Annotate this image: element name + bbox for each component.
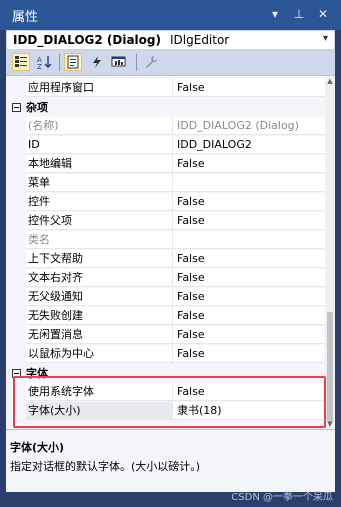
property-value[interactable]: False <box>172 155 325 173</box>
property-name: 无父级通知 <box>26 288 172 306</box>
properties-toolbar: A Z <box>6 50 335 76</box>
description-panel: 字体(大小) 指定对话框的默认字体。(大小以磅计。) <box>6 429 335 492</box>
property-value[interactable]: False <box>172 79 325 97</box>
property-row[interactable]: 本地编辑 False <box>6 155 325 174</box>
property-value[interactable]: IDD_DIALOG2 (Dialog) <box>172 117 325 135</box>
pin-icon[interactable]: ⊥ <box>291 5 307 23</box>
property-name: 本地编辑 <box>26 155 172 173</box>
object-type: IDlgEditor <box>170 33 230 47</box>
scroll-down-icon[interactable]: ▼ <box>325 419 335 429</box>
property-name: (名称) <box>26 117 172 135</box>
property-row[interactable]: (名称) IDD_DIALOG2 (Dialog) <box>6 117 325 136</box>
property-row[interactable]: 无闲置消息 False <box>6 326 325 345</box>
dropdown-icon[interactable]: ▾ <box>267 5 283 23</box>
watermark: CSDN @一拳一个呆瓜 <box>231 492 333 503</box>
property-value[interactable] <box>172 231 325 249</box>
sort-alphabetical-icon: A Z <box>37 56 52 69</box>
title-bar: 属性 ▾ ⊥ ✕ <box>0 0 341 30</box>
property-row[interactable]: 菜单 <box>6 174 325 193</box>
property-pages-button[interactable] <box>142 53 160 71</box>
title-bar-buttons: ▾ ⊥ ✕ <box>267 5 331 23</box>
property-name: 控件父项 <box>26 212 172 230</box>
property-row[interactable]: 文本右对齐 False <box>6 269 325 288</box>
properties-window: 属性 ▾ ⊥ ✕ IDD_DIALOG2 (Dialog) IDlgEditor ▾… <box>0 0 341 507</box>
property-row[interactable]: 上下文帮助 False <box>6 250 325 269</box>
property-pages-icon <box>67 55 79 69</box>
property-value[interactable]: False <box>172 269 325 287</box>
messages-button[interactable] <box>110 53 128 71</box>
vertical-scrollbar[interactable]: ▲ ▼ <box>325 76 335 429</box>
property-name: 无闲置消息 <box>26 326 172 344</box>
property-row[interactable]: 无父级通知 False <box>6 288 325 307</box>
messages-icon <box>111 56 126 67</box>
collapse-toggle-icon[interactable] <box>12 103 21 112</box>
property-name: 上下文帮助 <box>26 250 172 268</box>
alphabetical-view-button[interactable]: A Z <box>36 53 54 71</box>
property-category[interactable]: 杂项 <box>6 98 325 117</box>
toolbar-separator <box>136 54 137 71</box>
property-row[interactable]: 控件 False <box>6 193 325 212</box>
property-row[interactable]: 控件父项 False <box>6 212 325 231</box>
property-name: 以鼠标为中心 <box>26 345 172 363</box>
wrench-icon <box>146 56 158 68</box>
description-title: 字体(大小) <box>10 441 65 454</box>
property-value[interactable]: False <box>172 193 325 211</box>
object-selector[interactable]: IDD_DIALOG2 (Dialog) IDlgEditor ▾ <box>6 30 335 50</box>
highlight-box <box>13 376 326 428</box>
property-value[interactable]: False <box>172 307 325 325</box>
property-name: 控件 <box>26 193 172 211</box>
property-value[interactable]: False <box>172 345 325 363</box>
property-value[interactable]: False <box>172 326 325 344</box>
chevron-down-icon[interactable]: ▾ <box>323 33 328 44</box>
svg-text:Z: Z <box>37 63 42 69</box>
property-value[interactable] <box>172 174 325 192</box>
property-row[interactable]: 以鼠标为中心 False <box>6 345 325 364</box>
category-label: 杂项 <box>26 101 48 114</box>
object-name: IDD_DIALOG2 (Dialog) <box>13 33 161 47</box>
scroll-thumb[interactable] <box>327 312 333 422</box>
window-title: 属性 <box>12 10 39 25</box>
property-name: 无失败创建 <box>26 307 172 325</box>
toolbar-separator <box>59 54 60 71</box>
property-value[interactable]: IDD_DIALOG2 <box>172 136 325 154</box>
property-row[interactable]: 类名 <box>6 231 325 250</box>
lightning-icon <box>93 56 101 68</box>
property-name: ID <box>26 136 172 154</box>
property-value[interactable]: False <box>172 212 325 230</box>
properties-button[interactable] <box>64 53 82 71</box>
categorized-view-button[interactable] <box>12 53 30 71</box>
description-text: 指定对话框的默认字体。(大小以磅计。) <box>10 460 201 473</box>
property-name: 菜单 <box>26 174 172 192</box>
events-button[interactable] <box>88 53 106 71</box>
property-value[interactable]: False <box>172 250 325 268</box>
property-row[interactable]: ID IDD_DIALOG2 <box>6 136 325 155</box>
property-row[interactable]: 应用程序窗口 False <box>6 79 325 98</box>
property-name: 文本右对齐 <box>26 269 172 287</box>
scroll-up-icon[interactable]: ▲ <box>325 76 335 86</box>
property-row[interactable]: 无失败创建 False <box>6 307 325 326</box>
property-name: 应用程序窗口 <box>26 79 172 97</box>
categorized-icon <box>15 56 27 67</box>
property-value[interactable]: False <box>172 288 325 306</box>
close-icon[interactable]: ✕ <box>315 5 331 23</box>
property-name: 类名 <box>26 231 172 249</box>
